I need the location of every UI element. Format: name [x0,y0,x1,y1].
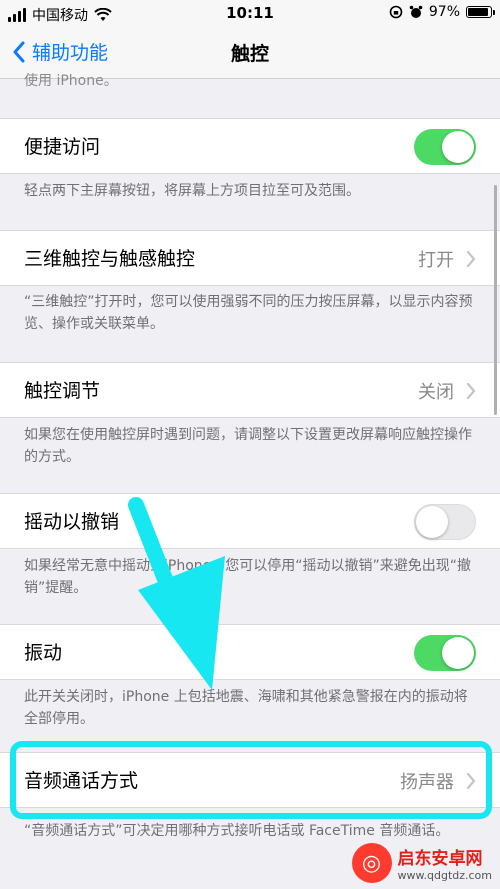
row-reachability[interactable]: 便捷访问 [0,118,500,174]
orientation-lock-icon [389,5,403,19]
row-label: 摇动以撤销 [24,511,120,533]
alarm-icon [409,5,423,18]
row-vibration[interactable]: 振动 [0,624,500,680]
row-footer: 此开关关闭时，iPhone 上包括地震、海啸和其他紧急警报在内的振动将全部停用。 [24,689,468,727]
row-footer: “三维触控”打开时，您可以使用强弱不同的压力按压屏幕，以显示内容预览、操作或关联… [24,294,473,332]
watermark-name: 启东安卓网 [397,849,483,869]
reachability-toggle[interactable] [414,129,476,165]
watermark: ◎ 启东安卓网 www.qdgtdz.com [351,843,492,883]
chevron-right-icon [466,382,476,400]
highlight-box [10,741,492,819]
chevron-right-icon [466,250,476,268]
row-label: 振动 [24,642,63,664]
row-label: 便捷访问 [24,136,101,158]
row-label: 触控调节 [24,380,101,402]
section-footer-partial: 使用 iPhone。 [24,73,118,89]
watermark-logo-icon: ◎ [351,843,392,883]
watermark-url: www.qdgtdz.com [397,869,492,882]
row-3d-touch[interactable]: 三维触控与触感触控 打开 [0,230,500,286]
row-value: 打开 [418,250,454,271]
row-shake-to-undo[interactable]: 摇动以撤销 [0,493,500,549]
battery-icon [466,6,495,18]
row-footer: 轻点两下主屏幕按钮，将屏幕上方项目拉至可及范围。 [24,183,360,199]
row-label: 三维触控与触感触控 [24,248,196,270]
row-touch-accommodations[interactable]: 触控调节 关闭 [0,362,500,418]
row-footer: 如果经常无意中摇动到iPhone，您可以停用“摇动以撤销”来避免出现“撤销”提醒… [24,558,472,596]
row-footer: “音频通话方式”可决定用哪种方式接听电话或 FaceTime 音频通话。 [24,823,450,839]
page-title: 触控 [230,43,269,65]
shake-to-undo-toggle[interactable] [414,504,476,540]
status-bar: 中国移动 10:11 97% [0,0,500,28]
battery-percent: 97% [428,4,460,20]
scrollbar[interactable] [494,185,497,415]
row-value: 关闭 [418,382,454,403]
row-footer: 如果您在使用触控屏时遇到问题，请调整以下设置更改屏幕响应触控操作的方式。 [24,427,472,465]
vibration-toggle[interactable] [414,635,476,671]
